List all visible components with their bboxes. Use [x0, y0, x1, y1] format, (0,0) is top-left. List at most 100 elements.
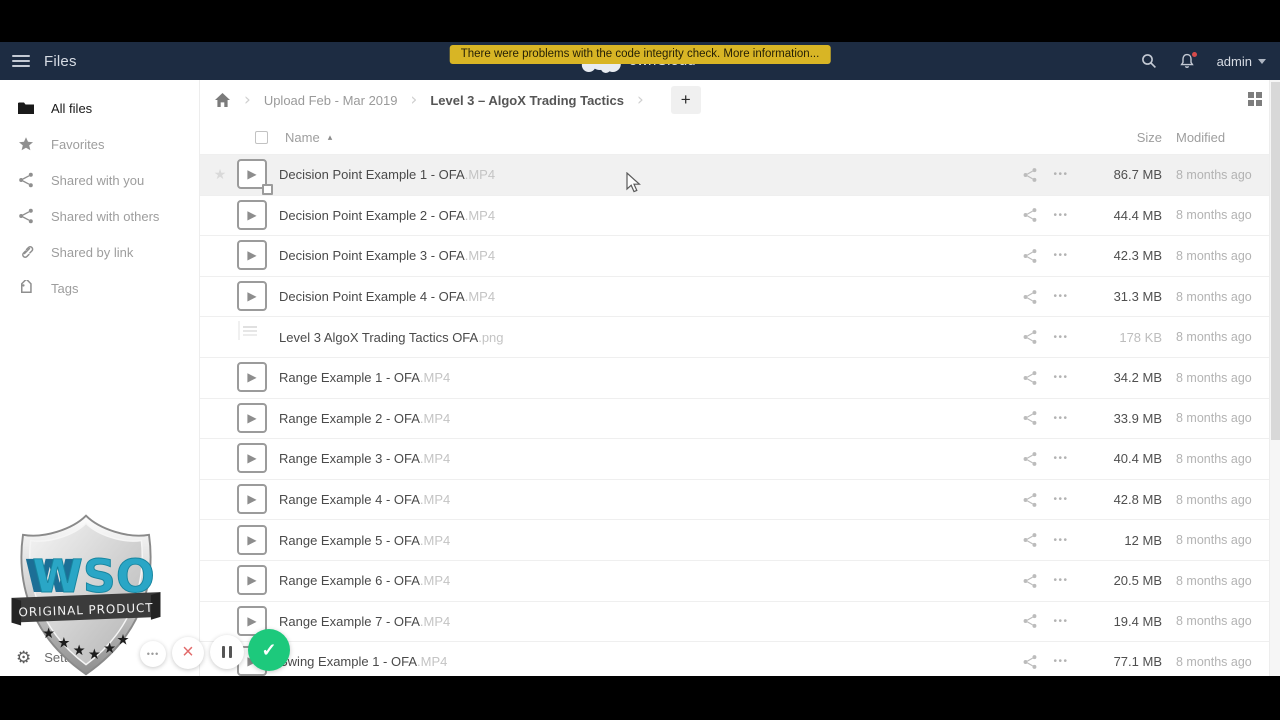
- file-thumbnail[interactable]: [237, 322, 269, 353]
- share-icon[interactable]: [1022, 248, 1038, 264]
- file-name[interactable]: Swing Example 1 - OFA.MP4: [279, 654, 1022, 669]
- more-actions-icon[interactable]: •••: [1052, 535, 1070, 546]
- file-name[interactable]: Decision Point Example 1 - OFA.MP4: [279, 167, 1022, 182]
- sidebar-item-tags[interactable]: Tags: [0, 270, 199, 306]
- breadcrumb-parent-folder[interactable]: Upload Feb - Mar 2019: [264, 93, 398, 108]
- table-row[interactable]: ★ ▶ Range Example 5 - OFA.MP4 ••• 12 MB …: [200, 519, 1280, 560]
- table-row[interactable]: ★ ▶ Decision Point Example 3 - OFA.MP4 •…: [200, 235, 1280, 276]
- integrity-warning-banner[interactable]: There were problems with the code integr…: [449, 45, 831, 64]
- more-actions-icon[interactable]: •••: [1052, 291, 1070, 302]
- video-play-icon: ▶: [237, 362, 267, 393]
- recorder-more-button[interactable]: •••: [140, 641, 166, 667]
- more-actions-icon[interactable]: •••: [1052, 494, 1070, 505]
- recorder-pause-button[interactable]: [210, 635, 244, 669]
- share-icon[interactable]: [1022, 410, 1038, 426]
- share-icon[interactable]: [1022, 451, 1038, 467]
- table-row[interactable]: ★ ▶ Decision Point Example 4 - OFA.MP4 •…: [200, 275, 1280, 317]
- favorite-star-icon[interactable]: ★: [212, 166, 228, 183]
- file-size: 42.8 MB: [1113, 492, 1162, 508]
- scrollbar-thumb[interactable]: [1271, 82, 1280, 440]
- share-icon[interactable]: [1022, 532, 1038, 548]
- row-checkbox[interactable]: [262, 184, 273, 196]
- share-icon[interactable]: [1022, 329, 1038, 345]
- home-icon[interactable]: [214, 92, 231, 108]
- table-row[interactable]: ★ ▶ Range Example 6 - OFA.MP4 ••• 20.5 M…: [200, 559, 1280, 601]
- file-name[interactable]: Range Example 6 - OFA.MP4: [279, 573, 1022, 588]
- share-icon[interactable]: [1022, 573, 1038, 589]
- settings-label: Settings: [44, 650, 92, 665]
- table-row[interactable]: ★ ▶ Range Example 3 - OFA.MP4 ••• 40.4 M…: [200, 438, 1280, 479]
- file-thumbnail[interactable]: ▶: [237, 281, 269, 312]
- user-menu[interactable]: admin: [1217, 54, 1266, 69]
- breadcrumb-current-folder[interactable]: Level 3 – AlgoX Trading Tactics: [430, 93, 624, 108]
- file-thumbnail[interactable]: ▶: [237, 524, 269, 556]
- table-row[interactable]: ★ ▶ Range Example 4 - OFA.MP4 ••• 42.8 M…: [200, 478, 1280, 520]
- file-name[interactable]: Range Example 1 - OFA.MP4: [279, 370, 1022, 385]
- more-actions-icon[interactable]: •••: [1052, 210, 1070, 221]
- recorder-finish-button[interactable]: ✓: [248, 629, 290, 671]
- select-all-checkbox[interactable]: [255, 130, 268, 144]
- more-actions-icon[interactable]: •••: [1052, 616, 1070, 627]
- more-actions-icon[interactable]: •••: [1052, 332, 1070, 343]
- video-play-icon: ▶: [237, 240, 267, 271]
- file-name[interactable]: Decision Point Example 3 - OFA.MP4: [279, 248, 1022, 263]
- file-thumbnail[interactable]: ▶: [237, 484, 269, 515]
- sidebar-nav: All files Favorites Shared with you Shar…: [0, 90, 199, 306]
- menu-icon[interactable]: [12, 55, 30, 67]
- sidebar-item-shared-with-you[interactable]: Shared with you: [0, 162, 199, 198]
- column-header-name[interactable]: Name: [285, 130, 320, 145]
- file-name[interactable]: Decision Point Example 2 - OFA.MP4: [279, 208, 1022, 223]
- share-icon[interactable]: [1022, 289, 1038, 305]
- share-icon[interactable]: [1022, 654, 1038, 670]
- file-name[interactable]: Range Example 4 - OFA.MP4: [279, 492, 1022, 507]
- more-actions-icon[interactable]: •••: [1052, 453, 1070, 464]
- table-header: Name ▴ Size Modified: [200, 120, 1280, 154]
- table-row[interactable]: ★ Level 3 AlgoX Trading Tactics OFA.png …: [200, 316, 1280, 357]
- new-file-button[interactable]: +: [670, 86, 701, 114]
- grid-view-toggle-icon[interactable]: [1248, 92, 1262, 106]
- table-row[interactable]: ★ ▶ Range Example 1 - OFA.MP4 ••• 34.2 M…: [200, 356, 1280, 398]
- file-thumbnail[interactable]: ▶: [237, 443, 269, 474]
- file-thumbnail[interactable]: ▶: [237, 565, 269, 596]
- more-actions-icon[interactable]: •••: [1052, 169, 1070, 180]
- file-thumbnail[interactable]: ▶: [237, 199, 269, 231]
- sidebar-item-shared-with-others[interactable]: Shared with others: [0, 198, 199, 234]
- file-name[interactable]: Decision Point Example 4 - OFA.MP4: [279, 289, 1022, 304]
- vertical-scrollbar[interactable]: [1269, 80, 1280, 676]
- file-thumbnail[interactable]: ▶: [237, 159, 273, 196]
- share-icon[interactable]: [1022, 492, 1038, 508]
- share-icon[interactable]: [1022, 167, 1038, 183]
- settings-button[interactable]: ⚙ Settings: [16, 649, 91, 666]
- file-size: 77.1 MB: [1113, 654, 1162, 670]
- more-actions-icon[interactable]: •••: [1052, 413, 1070, 424]
- file-thumbnail[interactable]: ▶: [237, 240, 269, 271]
- more-actions-icon[interactable]: •••: [1052, 656, 1070, 667]
- more-actions-icon[interactable]: •••: [1052, 575, 1070, 586]
- share-icon[interactable]: [1022, 207, 1038, 223]
- share-icon[interactable]: [1022, 613, 1038, 629]
- more-actions-icon[interactable]: •••: [1052, 372, 1070, 383]
- column-header-modified[interactable]: Modified: [1176, 130, 1256, 145]
- search-icon[interactable]: [1141, 53, 1157, 69]
- recorder-cancel-button[interactable]: ×: [172, 636, 204, 669]
- file-name[interactable]: Level 3 AlgoX Trading Tactics OFA.png: [279, 330, 1022, 345]
- file-name[interactable]: Range Example 7 - OFA.MP4: [279, 614, 1022, 629]
- file-thumbnail[interactable]: ▶: [237, 362, 269, 393]
- table-row[interactable]: ★ ▶ Range Example 7 - OFA.MP4 ••• 19.4 M…: [200, 600, 1280, 642]
- table-row[interactable]: ★ ▶ Decision Point Example 1 - OFA.MP4 •…: [200, 154, 1280, 196]
- more-actions-icon[interactable]: •••: [1052, 250, 1070, 261]
- sidebar-item-all-files[interactable]: All files: [0, 90, 199, 126]
- file-name[interactable]: Range Example 3 - OFA.MP4: [279, 451, 1022, 466]
- table-row[interactable]: ★ ▶ Decision Point Example 2 - OFA.MP4 •…: [200, 194, 1280, 236]
- file-name[interactable]: Range Example 5 - OFA.MP4: [279, 533, 1022, 548]
- file-modified: 8 months ago: [1176, 248, 1252, 263]
- table-row[interactable]: ★ ▶ Range Example 2 - OFA.MP4 ••• 33.9 M…: [200, 397, 1280, 439]
- notifications-bell-icon[interactable]: [1179, 52, 1197, 69]
- letterbox-bar: [0, 676, 1280, 720]
- column-header-size[interactable]: Size: [1092, 130, 1162, 145]
- file-name[interactable]: Range Example 2 - OFA.MP4: [279, 411, 1022, 426]
- file-thumbnail[interactable]: ▶: [237, 402, 269, 434]
- sidebar-item-favorites[interactable]: Favorites: [0, 126, 199, 162]
- share-icon[interactable]: [1022, 370, 1038, 386]
- sidebar-item-shared-by-link[interactable]: Shared by link: [0, 234, 199, 270]
